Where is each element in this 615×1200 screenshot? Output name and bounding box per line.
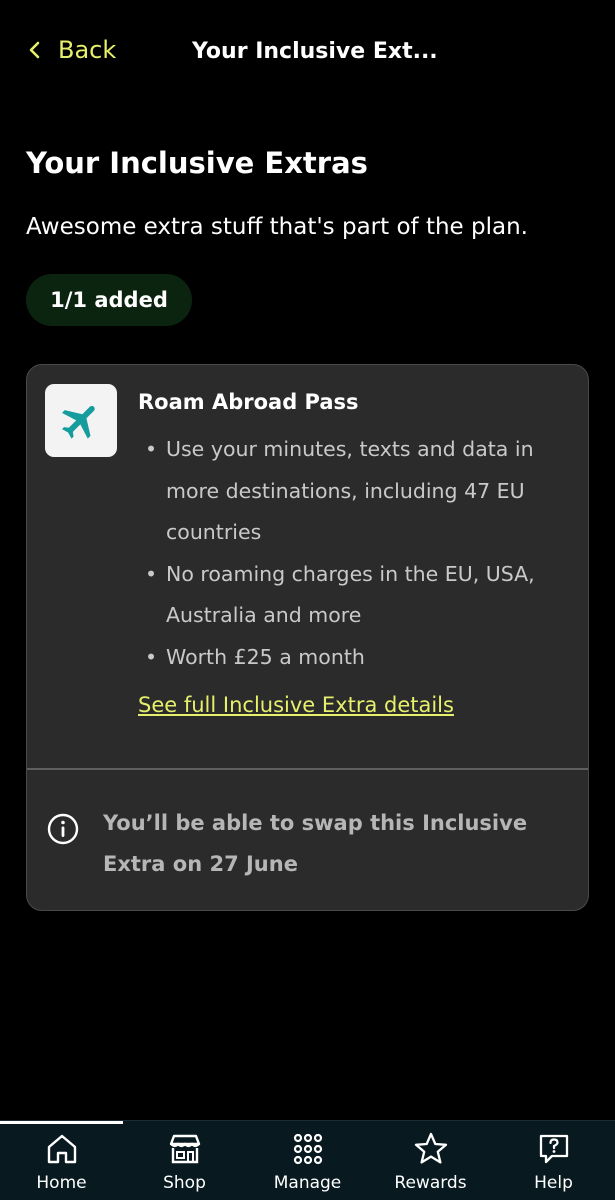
nav-shop[interactable]: Shop xyxy=(123,1121,246,1200)
benefit-item: No roaming charges in the EU, USA, Austr… xyxy=(145,554,575,637)
added-status-badge: 1/1 added xyxy=(26,274,192,326)
info-icon xyxy=(47,813,79,845)
active-tab-indicator xyxy=(0,1121,123,1124)
nav-rewards-label: Rewards xyxy=(394,1173,467,1193)
extra-icon-tile xyxy=(45,384,117,457)
swap-info-text: You’ll be able to swap this Inclusive Ex… xyxy=(103,811,528,876)
airplane-icon xyxy=(62,405,95,439)
bottom-navigation: Home Shop Manage Rewards Help xyxy=(0,1120,615,1200)
extra-benefits-list: Use your minutes, texts and data in more… xyxy=(145,429,575,678)
top-app-bar: Back Your Inclusive Ext... xyxy=(0,0,615,105)
back-button[interactable]: Back xyxy=(26,36,116,64)
card-divider xyxy=(27,768,588,770)
nav-home-label: Home xyxy=(36,1173,87,1193)
chevron-left-icon xyxy=(29,41,40,59)
header-title: Your Inclusive Ext... xyxy=(192,39,438,64)
page-subtitle: Awesome extra stuff that's part of the p… xyxy=(26,214,528,240)
inclusive-extra-card: Roam Abroad Pass Use your minutes, texts… xyxy=(26,364,589,911)
nav-help[interactable]: Help xyxy=(492,1121,615,1200)
see-details-link[interactable]: See full Inclusive Extra details xyxy=(138,693,454,717)
back-label: Back xyxy=(58,36,117,64)
nav-rewards[interactable]: Rewards xyxy=(369,1121,492,1200)
nav-manage-label: Manage xyxy=(273,1173,342,1193)
nav-help-label: Help xyxy=(534,1173,573,1193)
page-title: Your Inclusive Extras xyxy=(26,146,368,180)
nav-manage[interactable]: Manage xyxy=(246,1121,369,1200)
home-icon xyxy=(47,1134,76,1164)
star-icon xyxy=(414,1132,447,1164)
benefit-item: Worth £25 a month xyxy=(145,637,575,679)
shop-icon xyxy=(169,1134,200,1164)
nav-shop-label: Shop xyxy=(163,1173,206,1193)
benefit-item: Use your minutes, texts and data in more… xyxy=(145,429,575,554)
help-chat-icon xyxy=(539,1134,568,1164)
nav-home[interactable]: Home xyxy=(0,1121,123,1200)
grid-icon xyxy=(293,1133,322,1165)
extra-title: Roam Abroad Pass xyxy=(138,390,359,414)
